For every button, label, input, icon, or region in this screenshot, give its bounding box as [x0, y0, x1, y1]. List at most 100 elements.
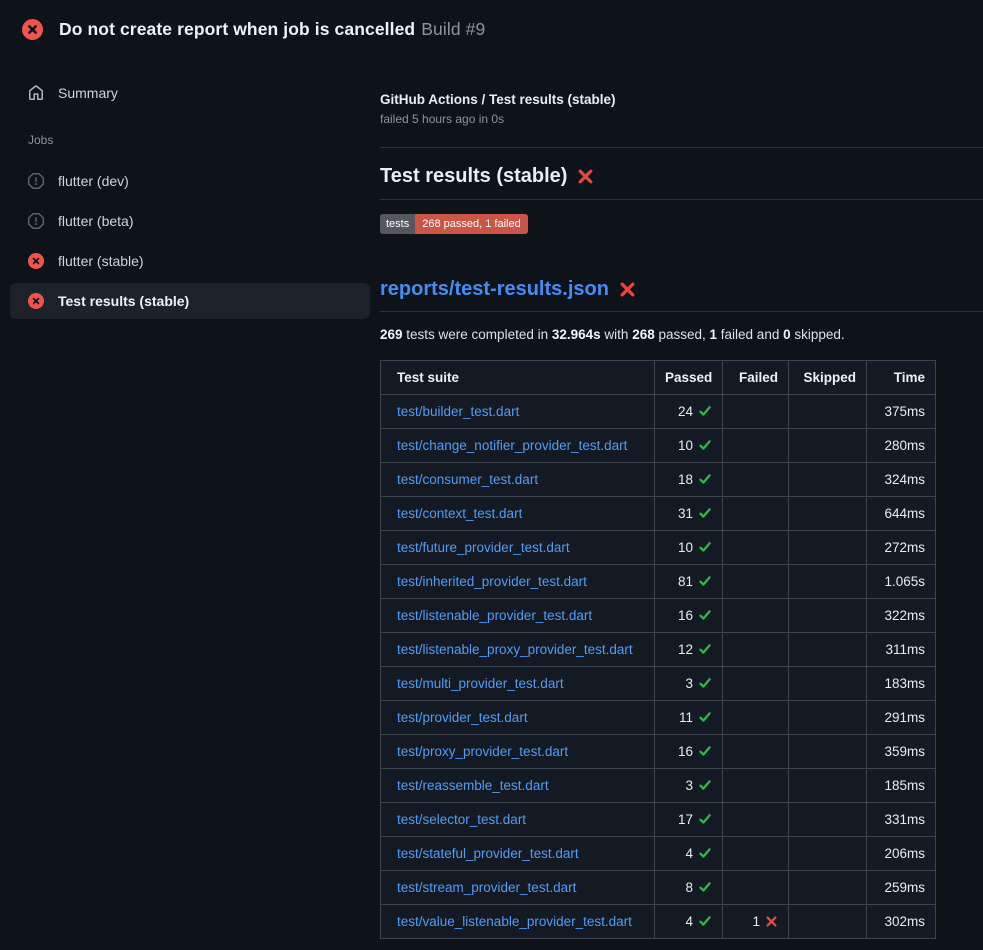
check-icon: [698, 710, 712, 724]
passed-cell: 8: [655, 871, 723, 905]
report-file-link[interactable]: reports/test-results.json: [380, 278, 609, 301]
table-row: test/context_test.dart 31 644ms: [381, 497, 936, 531]
test-suite-link[interactable]: test/change_notifier_provider_test.dart: [397, 438, 627, 453]
sidebar-item-flutter-dev[interactable]: flutter (dev): [10, 163, 370, 199]
time-cell: 324ms: [867, 463, 936, 497]
passed-cell: 31: [655, 497, 723, 531]
skipped-cell: [789, 599, 867, 633]
skipped-cell: [789, 837, 867, 871]
jobs-section-label: Jobs: [28, 133, 370, 147]
check-icon: [698, 472, 712, 486]
page-title: Do not create report when job is cancell…: [59, 19, 485, 40]
test-suite-link[interactable]: test/stream_provider_test.dart: [397, 880, 576, 895]
passed-cell: 10: [655, 429, 723, 463]
test-suite-link[interactable]: test/listenable_provider_test.dart: [397, 608, 592, 623]
failed-icon: [28, 253, 44, 269]
section-title: Test results (stable): [380, 165, 983, 188]
skipped-cell: [789, 803, 867, 837]
sidebar-item-flutter-stable[interactable]: flutter (stable): [10, 243, 370, 279]
passed-cell: 10: [655, 531, 723, 565]
passed-cell: 12: [655, 633, 723, 667]
table-row: test/change_notifier_provider_test.dart 1…: [381, 429, 936, 463]
sidebar-item-summary[interactable]: Summary: [10, 75, 370, 111]
table-row: test/value_listenable_provider_test.dart…: [381, 905, 936, 939]
failed-cell: [723, 599, 789, 633]
skipped-cell: [789, 769, 867, 803]
check-icon: [698, 914, 712, 928]
test-suite-link[interactable]: test/multi_provider_test.dart: [397, 676, 564, 691]
col-header-test-suite: Test suite: [381, 361, 655, 395]
sidebar: Summary Jobs flutter (dev) flutter (beta)…: [0, 56, 380, 323]
failed-cell: [723, 565, 789, 599]
col-header-passed: Passed: [655, 361, 723, 395]
time-cell: 1.065s: [867, 565, 936, 599]
sidebar-item-test-results-stable[interactable]: Test results (stable): [10, 283, 370, 319]
time-cell: 311ms: [867, 633, 936, 667]
test-suite-link[interactable]: test/builder_test.dart: [397, 404, 519, 419]
test-suite-link[interactable]: test/future_provider_test.dart: [397, 540, 570, 555]
suite-cell: test/builder_test.dart: [381, 395, 655, 429]
table-row: test/selector_test.dart17331ms: [381, 803, 936, 837]
time-cell: 302ms: [867, 905, 936, 939]
failed-cell: [723, 769, 789, 803]
passed-cell: 18: [655, 463, 723, 497]
test-suite-link[interactable]: test/value_listenable_provider_test.dart: [397, 914, 632, 929]
failed-cell: [723, 429, 789, 463]
passed-cell: 16: [655, 599, 723, 633]
failed-cell: [723, 871, 789, 905]
test-suite-link[interactable]: test/selector_test.dart: [397, 812, 526, 827]
badge-value: 268 passed, 1 failed: [415, 214, 527, 234]
skipped-cell: [789, 463, 867, 497]
test-suite-link[interactable]: test/inherited_provider_test.dart: [397, 574, 587, 589]
suite-cell: test/change_notifier_provider_test.dart: [381, 429, 655, 463]
tests-status-badge: tests 268 passed, 1 failed: [380, 214, 528, 234]
test-suite-link[interactable]: test/provider_test.dart: [397, 710, 528, 725]
suite-cell: test/future_provider_test.dart: [381, 531, 655, 565]
time-cell: 359ms: [867, 735, 936, 769]
results-summary-line: 269 tests were completed in 32.964s with…: [380, 327, 983, 342]
test-suite-link[interactable]: test/reassemble_test.dart: [397, 778, 549, 793]
test-suite-link[interactable]: test/proxy_provider_test.dart: [397, 744, 568, 759]
page-header: Do not create report when job is cancell…: [0, 0, 983, 56]
failed-cell: [723, 735, 789, 769]
check-icon: [698, 404, 712, 418]
time-cell: 291ms: [867, 701, 936, 735]
check-icon: [698, 676, 712, 690]
sidebar-item-flutter-beta[interactable]: flutter (beta): [10, 203, 370, 239]
test-results-table: Test suite Passed Failed Skipped Time te…: [380, 360, 936, 939]
failed-cell: [723, 395, 789, 429]
cancelled-icon: [28, 173, 44, 189]
build-number: Build #9: [421, 19, 485, 39]
test-suite-link[interactable]: test/consumer_test.dart: [397, 472, 538, 487]
table-row: test/builder_test.dart24375ms: [381, 395, 936, 429]
failed-cell: 1: [723, 905, 789, 939]
test-suite-link[interactable]: test/context_test.dart: [397, 506, 522, 521]
table-row: test/stateful_provider_test.dart4206ms: [381, 837, 936, 871]
job-label: flutter (stable): [58, 253, 144, 269]
suite-cell: test/context_test.dart: [381, 497, 655, 531]
check-icon: [698, 778, 712, 792]
test-suite-link[interactable]: test/stateful_provider_test.dart: [397, 846, 579, 861]
skipped-cell: [789, 565, 867, 599]
check-icon: [698, 744, 712, 758]
cross-mark-icon: [619, 281, 636, 298]
report-title: reports/test-results.json: [380, 278, 983, 301]
check-icon: [698, 880, 712, 894]
failed-cell: [723, 633, 789, 667]
passed-cell: 3: [655, 769, 723, 803]
passed-cell: 24: [655, 395, 723, 429]
table-row: test/reassemble_test.dart3185ms: [381, 769, 936, 803]
suite-cell: test/proxy_provider_test.dart: [381, 735, 655, 769]
failed-cell: [723, 701, 789, 735]
job-label: Test results (stable): [58, 293, 189, 309]
time-cell: 322ms: [867, 599, 936, 633]
failed-cell: [723, 531, 789, 565]
run-status-line: failed 5 hours ago in 0s: [380, 112, 983, 126]
test-suite-link[interactable]: test/listenable_proxy_provider_test.dart: [397, 642, 633, 657]
passed-cell: 17: [655, 803, 723, 837]
time-cell: 644ms: [867, 497, 936, 531]
table-row: test/provider_test.dart11291ms: [381, 701, 936, 735]
suite-cell: test/stream_provider_test.dart: [381, 871, 655, 905]
table-row: test/future_provider_test.dart10272ms: [381, 531, 936, 565]
check-icon: [698, 642, 712, 656]
